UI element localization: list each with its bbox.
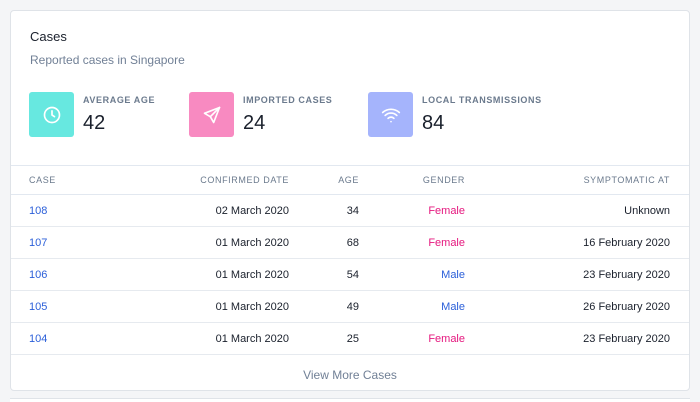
card-subtitle: Reported cases in Singapore: [30, 53, 185, 67]
confirmed-date-cell: 02 March 2020: [215, 204, 289, 217]
symptomatic-cell: 23 February 2020: [583, 332, 670, 345]
gender-cell: Male: [441, 300, 465, 313]
table-row: 107 01 March 2020 68 Female 16 February …: [11, 227, 689, 259]
case-link[interactable]: 104: [29, 333, 47, 345]
stat-label: Average Age: [83, 95, 156, 105]
age-cell: 54: [346, 268, 359, 281]
symptomatic-cell: 16 February 2020: [583, 236, 670, 249]
cases-card: Cases Reported cases in Singapore Averag…: [10, 10, 690, 391]
age-cell: 34: [346, 204, 359, 217]
confirmed-date-cell: 01 March 2020: [215, 300, 289, 313]
table-row: 106 01 March 2020 54 Male 23 February 20…: [11, 259, 689, 291]
symptomatic-cell: Unknown: [624, 204, 670, 217]
symptomatic-cell: 26 February 2020: [583, 300, 670, 313]
column-header-age: Age: [338, 175, 359, 185]
clock-icon: [29, 92, 74, 137]
column-header-confirmed-date: Confirmed Date: [200, 175, 289, 185]
case-link[interactable]: 108: [29, 205, 47, 217]
gender-cell: Female: [428, 204, 465, 217]
column-header-case: Case: [29, 175, 56, 185]
gender-cell: Female: [428, 332, 465, 345]
card-title: Cases: [30, 29, 67, 44]
send-icon: [189, 92, 234, 137]
next-card-edge: [10, 398, 690, 402]
confirmed-date-cell: 01 March 2020: [215, 268, 289, 281]
case-link[interactable]: 107: [29, 237, 47, 249]
column-header-gender: Gender: [422, 175, 465, 185]
card-header: Cases Reported cases in Singapore: [30, 29, 185, 68]
cases-table: Case Confirmed Date Age Gender Symptomat…: [11, 165, 689, 355]
stat-value: 84: [422, 112, 445, 134]
case-link[interactable]: 106: [29, 269, 47, 281]
column-header-symptomatic-at: Symptomatic At: [583, 175, 670, 185]
confirmed-date-cell: 01 March 2020: [215, 332, 289, 345]
view-more-cases-button[interactable]: View More Cases: [11, 358, 689, 391]
table-row: 108 02 March 2020 34 Female Unknown: [11, 195, 689, 227]
gender-cell: Female: [428, 236, 465, 249]
stat-label: Imported Cases: [243, 95, 333, 105]
age-cell: 68: [346, 236, 359, 249]
table-row: 105 01 March 2020 49 Male 26 February 20…: [11, 291, 689, 323]
stats-row: Average Age 42 Imported Cases 24: [29, 92, 568, 137]
gender-cell: Male: [441, 268, 465, 281]
stat-value: 24: [243, 112, 266, 134]
case-link[interactable]: 105: [29, 301, 47, 313]
confirmed-date-cell: 01 March 2020: [215, 236, 289, 249]
table-header-row: Case Confirmed Date Age Gender Symptomat…: [11, 165, 689, 195]
stat-imported-cases: Imported Cases 24: [189, 92, 368, 137]
stat-label: Local Transmissions: [422, 95, 542, 105]
stat-average-age: Average Age 42: [29, 92, 189, 137]
age-cell: 49: [346, 300, 359, 313]
symptomatic-cell: 23 February 2020: [583, 268, 670, 281]
age-cell: 25: [346, 332, 359, 345]
table-row: 104 01 March 2020 25 Female 23 February …: [11, 323, 689, 355]
stat-value: 42: [83, 112, 106, 134]
stat-local-transmissions: Local Transmissions 84: [368, 92, 568, 137]
wifi-icon: [368, 92, 413, 137]
